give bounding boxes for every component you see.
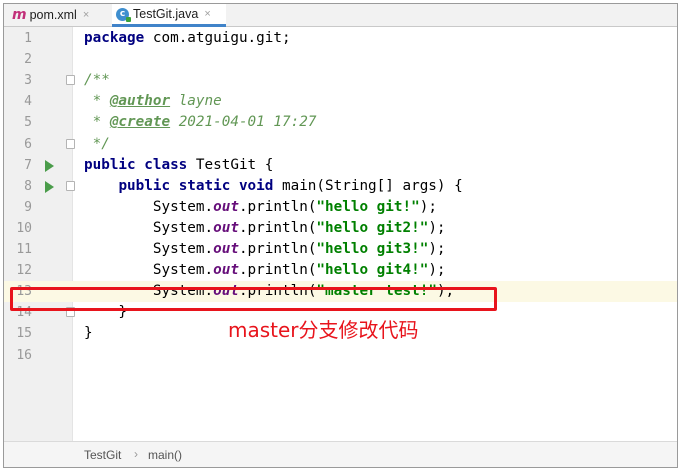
- code-text: public static void main(String[] args) {: [118, 177, 463, 194]
- highlight-annotation-box: [10, 287, 497, 311]
- line-number: 1: [24, 31, 32, 46]
- fold-icon[interactable]: [66, 180, 75, 191]
- code-text: }: [84, 325, 93, 342]
- tab-pom-xml[interactable]: m pom.xml ×: [8, 4, 118, 26]
- line-number: 4: [24, 94, 32, 110]
- code-line[interactable]: 7 public class TestGit {: [4, 155, 677, 176]
- breadcrumb: TestGit › main(): [4, 441, 677, 467]
- line-number: 3: [24, 73, 32, 89]
- code-line[interactable]: 16: [4, 345, 677, 366]
- editor-tab-bar: m pom.xml × c TestGit.java ×: [4, 4, 677, 27]
- line-number: 15: [16, 326, 32, 342]
- code-line[interactable]: 2: [4, 49, 677, 70]
- tab-label: TestGit.java: [133, 7, 199, 21]
- breadcrumb-item-class[interactable]: TestGit: [84, 448, 121, 462]
- line-number: 11: [16, 242, 32, 257]
- code-text: package com.atguigu.git;: [84, 30, 291, 46]
- run-icon[interactable]: [45, 180, 54, 193]
- java-class-icon: c: [116, 7, 131, 22]
- breadcrumb-item-method[interactable]: main(): [148, 448, 182, 462]
- breadcrumb-separator: ›: [134, 447, 138, 461]
- fold-icon[interactable]: [66, 138, 75, 149]
- run-icon[interactable]: [45, 159, 54, 172]
- line-number: 6: [24, 136, 32, 152]
- code-line[interactable]: 5 * @create 2021-04-01 17:27: [4, 112, 677, 133]
- code-text: * @create 2021-04-01 17:27: [84, 114, 317, 131]
- code-line[interactable]: 8 public static void main(String[] args)…: [4, 176, 677, 197]
- tab-testgit-java[interactable]: c TestGit.java ×: [112, 4, 226, 27]
- code-line[interactable]: 6 */: [4, 134, 677, 155]
- line-number: 2: [24, 52, 32, 68]
- line-number: 5: [24, 115, 32, 131]
- line-number: 16: [16, 347, 32, 363]
- close-icon[interactable]: ×: [204, 8, 210, 20]
- code-text: */: [84, 135, 110, 152]
- maven-m-icon: m: [12, 7, 27, 23]
- line-number: 10: [16, 220, 32, 236]
- code-text: System.out.println("hello git4!");: [84, 262, 446, 279]
- code-text: public class TestGit {: [84, 156, 274, 173]
- code-line[interactable]: 11 System.out.println("hello git3!");: [4, 239, 677, 260]
- code-line[interactable]: 9 System.out.println("hello git!");: [4, 197, 677, 218]
- fold-icon[interactable]: [66, 75, 75, 86]
- tab-label: pom.xml: [29, 8, 77, 22]
- annotation-label: master分支修改代码: [228, 318, 419, 342]
- code-text: System.out.println("hello git2!");: [84, 219, 446, 236]
- code-line[interactable]: 3 /**: [4, 70, 677, 91]
- line-number: 9: [24, 199, 32, 215]
- code-text: System.out.println("hello git!");: [84, 198, 437, 215]
- code-line[interactable]: 10 System.out.println("hello git2!");: [4, 218, 677, 239]
- code-line[interactable]: 4 * @author layne: [4, 91, 677, 112]
- close-icon[interactable]: ×: [83, 9, 89, 21]
- code-line[interactable]: 1 package com.atguigu.git;: [4, 28, 677, 49]
- line-number: 8: [24, 178, 32, 194]
- code-line[interactable]: 12 System.out.println("hello git4!");: [4, 260, 677, 281]
- code-text: /**: [84, 72, 110, 89]
- editor-window: m pom.xml × c TestGit.java × 1 package co…: [3, 3, 678, 468]
- line-number: 12: [16, 263, 32, 279]
- code-text: * @author layne: [84, 93, 222, 110]
- code-text: System.out.println("hello git3!");: [84, 241, 446, 257]
- line-number: 7: [24, 157, 32, 173]
